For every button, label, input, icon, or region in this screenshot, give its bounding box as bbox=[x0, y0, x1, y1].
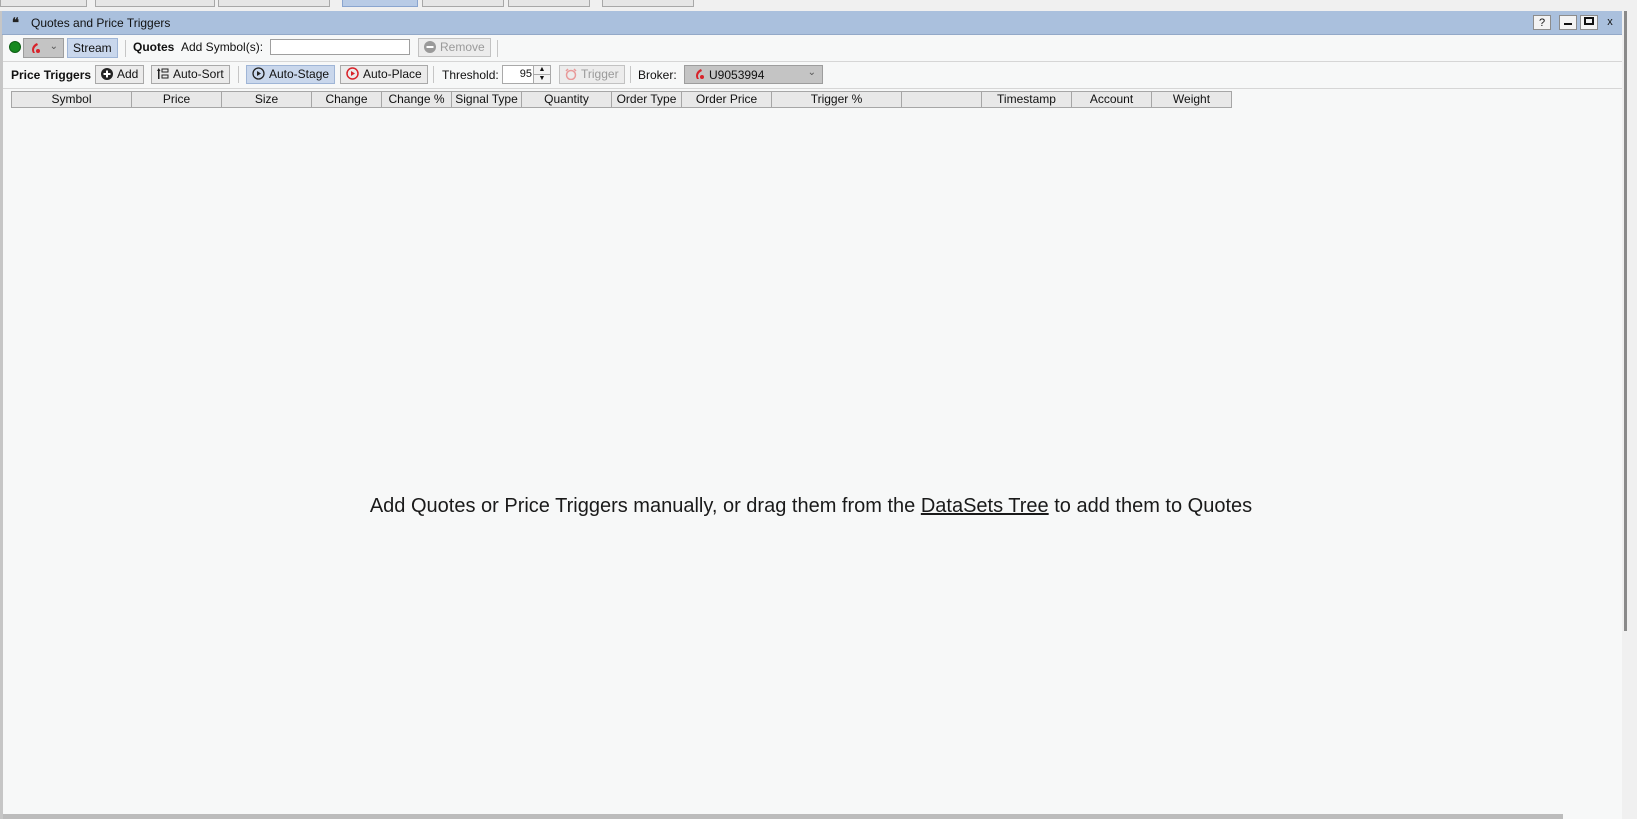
column-header-account[interactable]: Account bbox=[1071, 91, 1152, 108]
maximize-button[interactable] bbox=[1580, 15, 1598, 30]
column-header-blank[interactable] bbox=[901, 91, 982, 108]
parent-toolbar-button[interactable] bbox=[602, 0, 694, 7]
column-header-symbol[interactable]: Symbol bbox=[11, 91, 132, 108]
column-header-order-price[interactable]: Order Price bbox=[681, 91, 772, 108]
column-header-price[interactable]: Price bbox=[131, 91, 222, 108]
broker-logo-icon bbox=[696, 69, 704, 79]
parent-toolbar-button[interactable] bbox=[422, 0, 504, 7]
add-symbols-input[interactable] bbox=[270, 39, 410, 55]
trigger-button[interactable]: Trigger bbox=[559, 65, 625, 84]
quotes-section-label: Quotes bbox=[133, 40, 175, 54]
threshold-spinner[interactable]: 95 ▲ ▼ bbox=[502, 65, 551, 84]
parent-toolbar-button[interactable] bbox=[95, 0, 215, 7]
toolbar-divider bbox=[433, 66, 434, 83]
remove-button[interactable]: Remove bbox=[418, 38, 491, 57]
chevron-down-icon: ⌄ bbox=[807, 67, 816, 78]
window-titlebar[interactable]: ❝ Quotes and Price Triggers ? x bbox=[2, 11, 1622, 35]
minimize-button[interactable] bbox=[1559, 15, 1577, 30]
empty-state-text-before: Add Quotes or Price Triggers manually, o… bbox=[369, 495, 921, 517]
chevron-down-icon: ⌄ bbox=[49, 41, 58, 52]
vertical-scrollbar[interactable] bbox=[1622, 11, 1637, 819]
play-circle-red-icon bbox=[346, 67, 359, 81]
column-header-size[interactable]: Size bbox=[221, 91, 312, 108]
spinner-down-icon[interactable]: ▼ bbox=[534, 75, 550, 83]
column-header-change[interactable]: Change bbox=[311, 91, 382, 108]
column-header-change-percent[interactable]: Change % bbox=[381, 91, 452, 108]
data-source-dropdown[interactable]: ⌄ bbox=[23, 38, 64, 58]
parent-toolbar-button[interactable] bbox=[342, 0, 418, 7]
auto-sort-button[interactable]: Auto-Sort bbox=[151, 65, 230, 84]
alarm-clock-icon bbox=[565, 68, 577, 80]
add-symbols-label: Add Symbol(s): bbox=[181, 40, 264, 54]
window-left-border bbox=[0, 11, 3, 819]
scrollbar-thumb[interactable] bbox=[1624, 11, 1627, 631]
column-header-signal-type[interactable]: Signal Type bbox=[451, 91, 522, 108]
close-button[interactable]: x bbox=[1601, 15, 1619, 30]
auto-stage-label: Auto-Stage bbox=[269, 67, 330, 81]
parent-toolbar-button[interactable] bbox=[508, 0, 590, 7]
sort-icon bbox=[157, 67, 169, 79]
help-button[interactable]: ? bbox=[1533, 15, 1551, 30]
column-header-trigger-percent[interactable]: Trigger % bbox=[771, 91, 902, 108]
auto-place-button[interactable]: Auto-Place bbox=[340, 65, 428, 84]
broker-value: U9053994 bbox=[709, 68, 765, 82]
parent-toolbar-button[interactable] bbox=[218, 0, 330, 7]
broker-label: Broker: bbox=[638, 68, 677, 82]
column-header-order-type[interactable]: Order Type bbox=[611, 91, 682, 108]
empty-state-text-after: to add them to Quotes bbox=[1048, 495, 1253, 517]
broker-logo-icon bbox=[32, 43, 40, 53]
empty-state-message: Add Quotes or Price Triggers manually, o… bbox=[0, 495, 1622, 518]
play-circle-icon bbox=[252, 67, 265, 80]
stream-button[interactable]: Stream bbox=[67, 38, 118, 58]
maximize-icon bbox=[1584, 17, 1594, 25]
parent-toolbar-button[interactable] bbox=[0, 0, 87, 7]
add-trigger-label: Add bbox=[117, 67, 139, 81]
toolbar-divider bbox=[238, 66, 239, 83]
column-header-timestamp[interactable]: Timestamp bbox=[981, 91, 1072, 108]
toolbar-divider bbox=[630, 66, 631, 83]
spinner-arrows[interactable]: ▲ ▼ bbox=[533, 66, 550, 83]
remove-icon bbox=[424, 40, 436, 53]
column-header-weight[interactable]: Weight bbox=[1151, 91, 1232, 108]
minimize-icon bbox=[1564, 23, 1572, 25]
plus-circle-icon bbox=[101, 67, 113, 80]
add-trigger-button[interactable]: Add bbox=[95, 65, 145, 84]
price-triggers-section-label: Price Triggers bbox=[11, 68, 92, 82]
horizontal-scrollbar[interactable] bbox=[3, 814, 1563, 819]
remove-button-label: Remove bbox=[440, 40, 485, 54]
auto-stage-button[interactable]: Auto-Stage bbox=[246, 65, 336, 84]
window-title: Quotes and Price Triggers bbox=[31, 16, 171, 30]
auto-place-label: Auto-Place bbox=[363, 67, 422, 81]
column-header-quantity[interactable]: Quantity bbox=[521, 91, 612, 108]
connection-status-icon bbox=[9, 41, 21, 53]
threshold-value: 95 bbox=[519, 68, 532, 80]
datasets-tree-link[interactable]: DataSets Tree bbox=[921, 495, 1049, 517]
auto-sort-label: Auto-Sort bbox=[173, 67, 224, 81]
spinner-up-icon[interactable]: ▲ bbox=[534, 66, 550, 75]
toolbar-divider bbox=[125, 40, 126, 57]
broker-dropdown[interactable]: U9053994 ⌄ bbox=[684, 65, 823, 84]
threshold-label: Threshold: bbox=[442, 68, 499, 82]
toolbar-divider bbox=[497, 40, 498, 57]
quote-marks-icon: ❝ bbox=[12, 15, 19, 30]
trigger-label: Trigger bbox=[581, 67, 619, 81]
